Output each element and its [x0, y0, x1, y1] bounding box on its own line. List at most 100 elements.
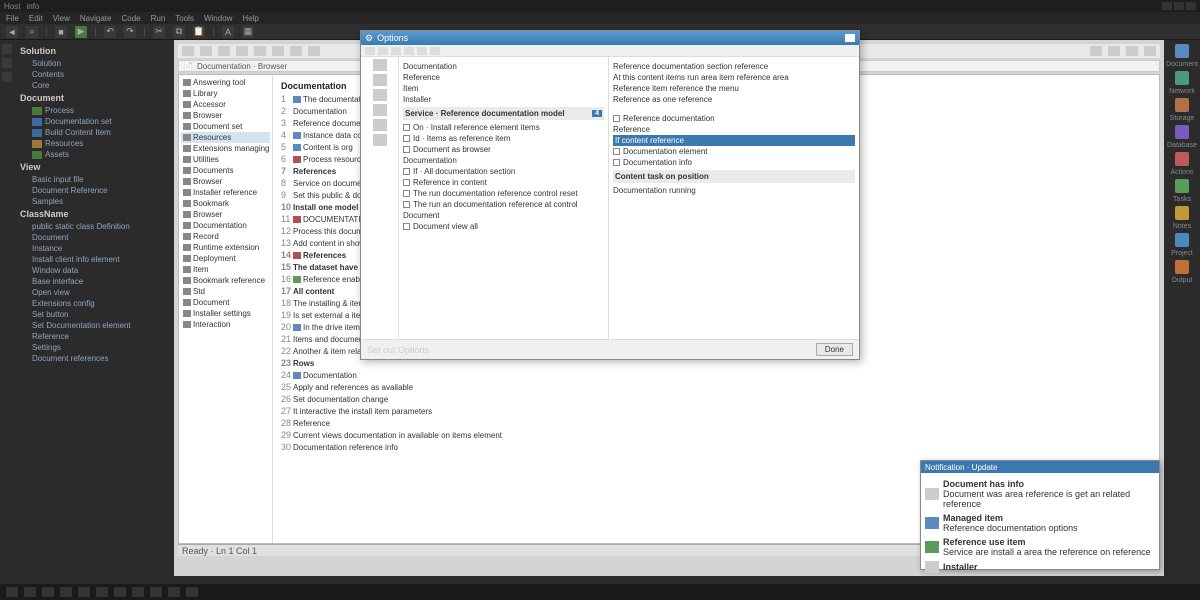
- rail-icon[interactable]: [1175, 44, 1189, 58]
- explorer-item[interactable]: Document: [20, 232, 168, 243]
- option-row[interactable]: Document view all: [403, 221, 604, 232]
- tool-icon[interactable]: [218, 46, 230, 56]
- tree-item[interactable]: Item: [181, 264, 270, 275]
- tool-icon[interactable]: [236, 46, 248, 56]
- option-row[interactable]: On · Install reference element items: [403, 122, 604, 133]
- detail-row[interactable]: Documentation element: [613, 146, 855, 157]
- explorer-item[interactable]: Solution: [20, 58, 168, 69]
- tool-icon[interactable]: [1144, 46, 1156, 56]
- rail-icon[interactable]: [1175, 233, 1189, 247]
- detail-row[interactable]: At this content items run area item refe…: [613, 72, 855, 83]
- explorer-item[interactable]: Basic input file: [20, 174, 168, 185]
- dialog-titlebar[interactable]: ⚙ Options: [361, 31, 859, 45]
- checkbox[interactable]: [403, 135, 410, 142]
- explorer-heading[interactable]: ClassName: [20, 207, 168, 221]
- checkbox[interactable]: [403, 179, 410, 186]
- explorer-item[interactable]: Install client info element: [20, 254, 168, 265]
- option-row[interactable]: Documentation: [403, 61, 604, 72]
- tree-item[interactable]: Answering tool: [181, 77, 270, 88]
- option-row[interactable]: Installer: [403, 94, 604, 105]
- explorer-item[interactable]: Reference: [20, 331, 168, 342]
- scm-icon[interactable]: [2, 72, 12, 82]
- task-icon[interactable]: [114, 587, 126, 597]
- checkbox[interactable]: [403, 190, 410, 197]
- option-row[interactable]: Id · Items as reference item: [403, 133, 604, 144]
- tool-icon[interactable]: [182, 46, 194, 56]
- done-button[interactable]: Done: [816, 343, 853, 356]
- explorer-heading[interactable]: View: [20, 160, 168, 174]
- notification-row[interactable]: Reference use itemService are install a …: [925, 535, 1155, 559]
- tree-item[interactable]: Bookmark: [181, 198, 270, 209]
- tool-icon[interactable]: [1090, 46, 1102, 56]
- tool-icon[interactable]: [1126, 46, 1138, 56]
- category-icon[interactable]: [373, 104, 387, 116]
- tool-icon[interactable]: [290, 46, 302, 56]
- task-icon[interactable]: [42, 587, 54, 597]
- detail-row[interactable]: Reference documentation section referenc…: [613, 61, 855, 72]
- tree-item[interactable]: Browser: [181, 209, 270, 220]
- tb-icon[interactable]: [404, 47, 414, 55]
- rail-icon[interactable]: [1175, 125, 1189, 139]
- popup-title[interactable]: Notification · Update: [921, 461, 1159, 473]
- option-row[interactable]: Item: [403, 83, 604, 94]
- explorer-icon[interactable]: [2, 44, 12, 54]
- tree-item[interactable]: Browser: [181, 176, 270, 187]
- tool-icon[interactable]: [254, 46, 266, 56]
- explorer-item[interactable]: Settings: [20, 342, 168, 353]
- category-icon[interactable]: [373, 74, 387, 86]
- menu-run[interactable]: Run: [151, 14, 166, 23]
- breadcrumb[interactable]: Documentation · Browser: [197, 62, 287, 71]
- tool-icon[interactable]: [308, 46, 320, 56]
- rail-icon[interactable]: [1175, 71, 1189, 85]
- option-row[interactable]: Document as browser: [403, 144, 604, 155]
- task-icon[interactable]: [150, 587, 162, 597]
- explorer-item[interactable]: Documentation set: [20, 116, 168, 127]
- checkbox[interactable]: [403, 201, 410, 208]
- tree-item[interactable]: Std: [181, 286, 270, 297]
- menu-tools[interactable]: Tools: [175, 14, 194, 23]
- task-icon[interactable]: [186, 587, 198, 597]
- explorer-item[interactable]: Assets: [20, 149, 168, 160]
- rail-icon[interactable]: [1175, 98, 1189, 112]
- option-row[interactable]: Document: [403, 210, 604, 221]
- tool-icon[interactable]: [272, 46, 284, 56]
- option-row[interactable]: Service · Reference documentation model4: [403, 107, 604, 120]
- tb-icon[interactable]: [365, 47, 375, 55]
- tool-icon[interactable]: [1108, 46, 1120, 56]
- tree-item[interactable]: Deployment: [181, 253, 270, 264]
- explorer-heading[interactable]: Solution: [20, 44, 168, 58]
- explorer-item[interactable]: Contents: [20, 69, 168, 80]
- undo-icon[interactable]: ↶: [104, 26, 116, 38]
- option-row[interactable]: If · All documentation section: [403, 166, 604, 177]
- checkbox[interactable]: [403, 223, 410, 230]
- category-icon[interactable]: [373, 134, 387, 146]
- explorer-item[interactable]: Window data: [20, 265, 168, 276]
- tree-item[interactable]: Record: [181, 231, 270, 242]
- explorer-item[interactable]: Document Reference: [20, 185, 168, 196]
- option-row[interactable]: The run an documentation reference at co…: [403, 199, 604, 210]
- option-row[interactable]: Documentation: [403, 155, 604, 166]
- explorer-item[interactable]: Core: [20, 80, 168, 91]
- explorer-item[interactable]: Open view: [20, 287, 168, 298]
- explorer-item[interactable]: Set Documentation element: [20, 320, 168, 331]
- tree-item[interactable]: Installer reference: [181, 187, 270, 198]
- minimize-icon[interactable]: [1162, 2, 1172, 10]
- tree-item[interactable]: Browser: [181, 110, 270, 121]
- task-icon[interactable]: [132, 587, 144, 597]
- tb-icon[interactable]: [391, 47, 401, 55]
- menu-window[interactable]: Window: [204, 14, 232, 23]
- explorer-item[interactable]: Document references: [20, 353, 168, 364]
- save-icon[interactable]: ■: [55, 26, 67, 38]
- notification-row[interactable]: Managed itemReference documentation opti…: [925, 511, 1155, 535]
- tb-icon[interactable]: [430, 47, 440, 55]
- category-icon[interactable]: [373, 119, 387, 131]
- search-rail-icon[interactable]: [2, 58, 12, 68]
- tb-icon[interactable]: [378, 47, 388, 55]
- checkbox[interactable]: [403, 124, 410, 131]
- detail-row[interactable]: Reference item reference the menu: [613, 83, 855, 94]
- task-icon[interactable]: [78, 587, 90, 597]
- grid-icon[interactable]: ▦: [242, 26, 254, 38]
- explorer-item[interactable]: public static class Definition: [20, 221, 168, 232]
- tree-item[interactable]: Resources: [181, 132, 270, 143]
- tree-item[interactable]: Interaction: [181, 319, 270, 330]
